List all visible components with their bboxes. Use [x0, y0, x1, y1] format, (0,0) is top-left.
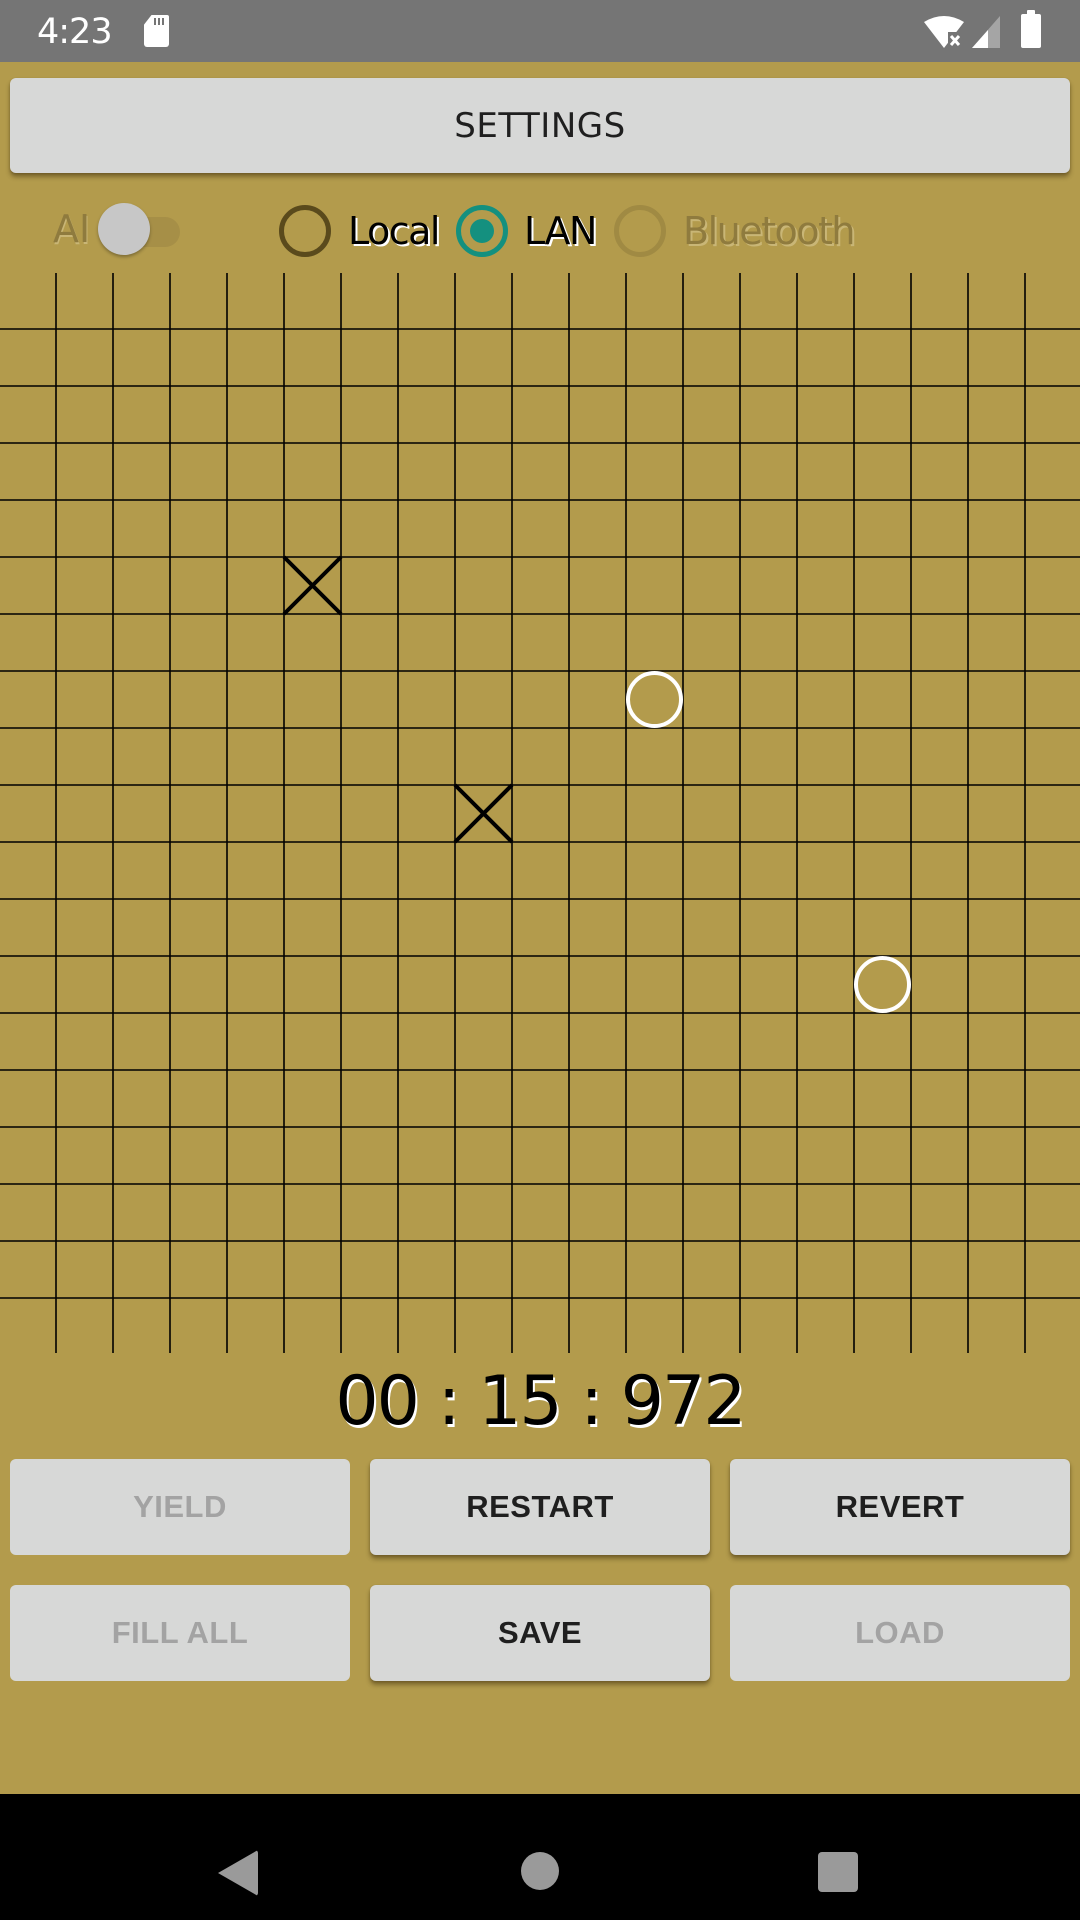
o-piece: [626, 671, 683, 728]
game-board[interactable]: [0, 272, 1080, 1354]
fill-all-button[interactable]: FILL ALL: [10, 1585, 350, 1681]
status-bar: 4:23: [0, 0, 1080, 62]
radio-local-label[interactable]: Local: [348, 209, 441, 253]
cell-signal-icon: [972, 16, 1000, 48]
x-piece: [453, 783, 514, 844]
home-icon[interactable]: [521, 1852, 559, 1890]
radio-bluetooth-label: Bluetooth: [683, 209, 855, 253]
wifi-no-internet-icon: [924, 16, 966, 48]
game-mode-bar: AI Local LAN Bluetooth: [0, 195, 1080, 265]
radio-local[interactable]: [279, 205, 331, 257]
game-timer: 00 : 15 : 972: [335, 1362, 746, 1441]
radio-bluetooth: [614, 205, 666, 257]
status-time: 4:23: [37, 12, 113, 52]
ai-toggle-label: AI: [53, 207, 91, 251]
x-piece: [282, 555, 343, 616]
radio-lan-label[interactable]: LAN: [524, 209, 597, 253]
radio-lan[interactable]: [456, 205, 508, 257]
navigation-bar: [0, 1794, 1080, 1920]
o-ring: [854, 956, 911, 1013]
o-ring: [626, 671, 683, 728]
yield-button[interactable]: YIELD: [10, 1459, 350, 1555]
settings-button[interactable]: SETTINGS: [10, 78, 1070, 173]
o-piece: [854, 956, 911, 1013]
sd-card-icon: [144, 15, 169, 47]
battery-icon: [1021, 10, 1041, 48]
restart-button[interactable]: RESTART: [370, 1459, 710, 1555]
switch-thumb: [98, 203, 150, 255]
load-button[interactable]: LOAD: [730, 1585, 1070, 1681]
recents-icon[interactable]: [818, 1852, 858, 1892]
back-icon[interactable]: [218, 1850, 258, 1896]
save-button[interactable]: SAVE: [370, 1585, 710, 1681]
revert-button[interactable]: REVERT: [730, 1459, 1070, 1555]
